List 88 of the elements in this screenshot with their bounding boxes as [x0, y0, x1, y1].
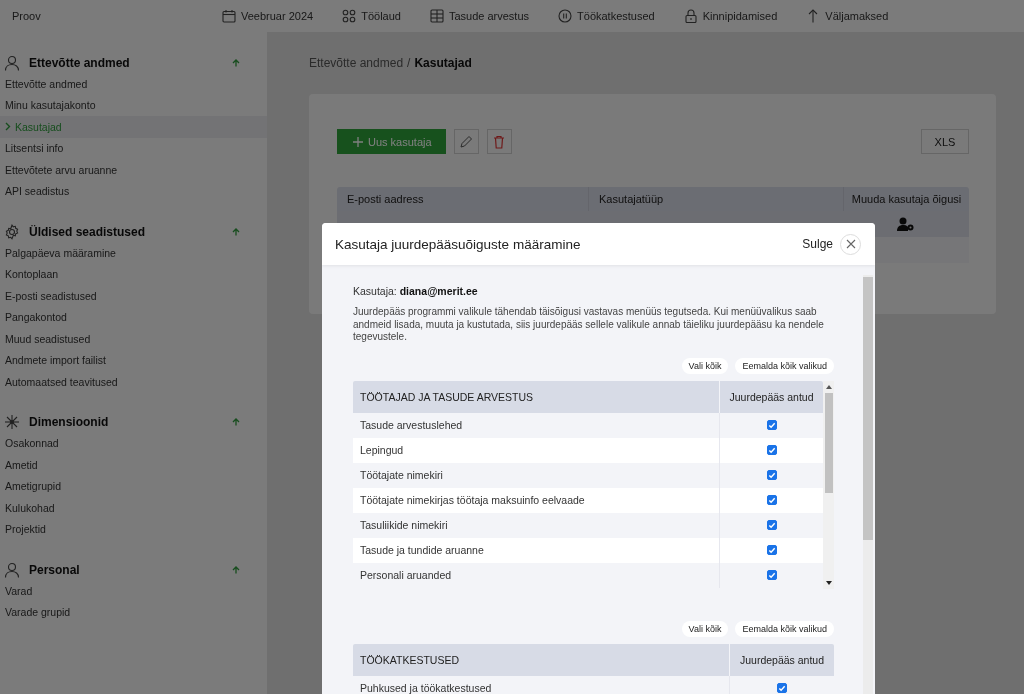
export-button[interactable]: XLS [921, 129, 969, 154]
clear-all-button[interactable]: Eemalda kõik valikud [735, 620, 834, 637]
group-title: TÖÖKATKESTUSED [359, 652, 460, 668]
close-button[interactable] [840, 233, 861, 255]
collapse-icon[interactable] [232, 58, 240, 67]
nav-link[interactable]: Väljamaksed [806, 9, 889, 23]
asterisk-icon [4, 414, 20, 430]
section-title: Dimensioonid [29, 415, 109, 429]
company-name: Proov [12, 10, 42, 22]
sidebar-item[interactable]: Projektid [0, 518, 267, 540]
nav-link[interactable]: Töölaud [342, 9, 401, 23]
delete-button[interactable] [486, 129, 512, 154]
sidebar-item[interactable]: Pangakontod [0, 306, 267, 328]
checkbox[interactable] [766, 545, 777, 555]
section-title: Ettevõtte andmed [29, 55, 130, 70]
checkbox[interactable] [766, 495, 777, 505]
user-settings-icon[interactable] [897, 217, 915, 231]
checkbox[interactable] [766, 520, 777, 530]
section-title: Üldised seadistused [29, 224, 146, 239]
permission-label: Tasude arvestuslehed [359, 418, 464, 433]
new-user-button[interactable]: Uus kasutaja [337, 129, 446, 154]
breadcrumb-separator: / [407, 56, 411, 70]
sidebar-item[interactable]: Osakonnad [0, 432, 267, 454]
collapse-icon[interactable] [232, 227, 240, 236]
close-label[interactable]: Sulge [802, 237, 833, 251]
sidebar-item[interactable]: Varad [0, 580, 267, 602]
sidebar-item[interactable]: Kulukohad [0, 497, 267, 519]
description-text: Juurdepääs programmi valikule tähendab täisõigusi vastavas menüüs tegutseda. Kui menüüvalikus saab andmeid lisada, muuta ja kustutada, siis juurdepääs sellele valikule annab täieliku juurdepääsu ka nendele tegevustele. [353, 306, 825, 344]
user-line: Kasutaja: diana@merit.ee [353, 285, 479, 297]
permission-label: Tasuliikide nimekiri [359, 518, 449, 533]
pencil-icon [459, 134, 474, 149]
table-icon [429, 9, 444, 23]
person-icon [4, 54, 20, 71]
sidebar-item[interactable]: Kontoplaan [0, 263, 267, 285]
checkbox[interactable] [766, 445, 777, 455]
nav-link[interactable]: Tasude arvestus [429, 9, 530, 23]
trash-icon [493, 134, 506, 149]
permission-label: Personali aruanded [359, 568, 453, 583]
sidebar-item[interactable]: Andmete import failist [0, 349, 267, 371]
scroll-down-icon[interactable] [825, 580, 832, 585]
sidebar-item[interactable]: Ametid [0, 454, 267, 476]
chevron-icon [5, 122, 11, 132]
permission-label: Töötajate nimekiri [359, 468, 444, 483]
checkbox[interactable] [766, 470, 777, 480]
collapse-icon[interactable] [232, 565, 240, 574]
sidebar-item[interactable]: Minu kasutajakonto [0, 94, 267, 116]
group-title: TÖÖTAJAD JA TASUDE ARVESTUS [359, 389, 535, 405]
sidebar-item[interactable]: E-posti seadistused [0, 285, 267, 307]
breadcrumb-current: Kasutajad [414, 56, 472, 70]
checkbox[interactable] [777, 683, 787, 693]
scrollbar[interactable] [823, 380, 834, 589]
select-all-button[interactable]: Vali kõik [681, 620, 729, 637]
sidebar-item[interactable]: Varade grupid [0, 601, 267, 623]
nav-link[interactable]: Töökatkestused [558, 9, 655, 23]
sidebar-item[interactable]: Ettevõtete arvu aruanne [0, 159, 267, 181]
person-icon [4, 561, 20, 578]
modal-title: Kasutaja juurdepääsuõiguste määramine [335, 236, 581, 252]
checkbox[interactable] [766, 420, 777, 430]
close-icon [845, 239, 856, 249]
pause-icon [558, 9, 573, 23]
sidebar-item[interactable]: API seadistus [0, 180, 267, 202]
scrollbar[interactable] [863, 275, 873, 694]
section-title: Personal [29, 562, 80, 577]
permission-label: Puhkused ja töökatkestused [359, 681, 493, 694]
permission-label: Lepingud [359, 443, 405, 458]
gear-icon [4, 223, 20, 240]
breadcrumb-link[interactable]: Ettevõtte andmed [309, 56, 404, 70]
calendar-icon [222, 9, 236, 23]
sidebar-item[interactable]: Kasutajad [0, 116, 267, 138]
lock-icon [683, 9, 698, 23]
select-all-button[interactable]: Vali kõik [681, 357, 729, 374]
checkbox[interactable] [766, 570, 777, 580]
sidebar-item[interactable]: Ettevõtte andmed [0, 73, 267, 95]
clear-all-button[interactable]: Eemalda kõik valikud [735, 357, 834, 374]
sidebar-item[interactable]: Muud seadistused [0, 328, 267, 350]
collapse-icon[interactable] [232, 418, 240, 426]
column-header: E-posti aadress [346, 192, 425, 207]
nav-link[interactable]: Kinnipidamised [683, 9, 778, 23]
sidebar-item[interactable]: Palgapäeva määramine [0, 242, 267, 264]
nav-link[interactable]: Veebruar 2024 [222, 9, 314, 23]
permission-label: Töötajate nimekirjas töötaja maksuinfo eelvaade [359, 493, 586, 508]
column-header: Juurdepääs antud [729, 643, 834, 676]
sidebar-item[interactable]: Ametigrupid [0, 475, 267, 497]
sidebar-item[interactable]: Automaatsed teavitused [0, 371, 267, 393]
permission-label: Tasude ja tundide aruanne [359, 543, 485, 558]
plus-icon [353, 136, 363, 147]
circles-icon [342, 9, 357, 23]
scroll-up-icon[interactable] [825, 384, 832, 389]
